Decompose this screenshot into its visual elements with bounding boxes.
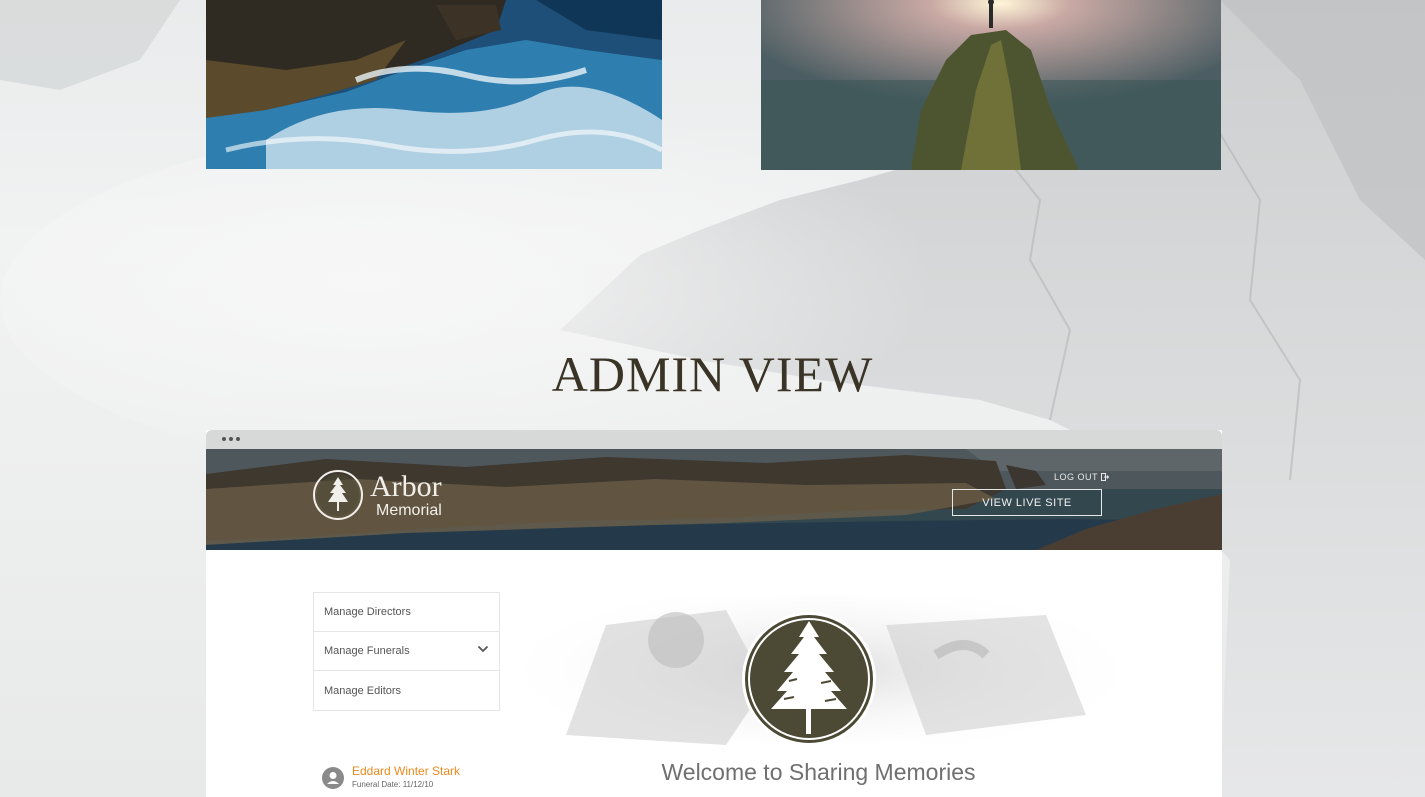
browser-window: Arbor Memorial LOG OUT VIEW LIVE SITE Ma… [206, 430, 1222, 797]
user-icon [322, 767, 344, 789]
view-live-site-button[interactable]: VIEW LIVE SITE [952, 489, 1102, 516]
cliff-sunrise-photo [761, 0, 1221, 170]
deceased-name-link[interactable]: Eddard Winter Stark [352, 764, 460, 778]
menu-item-manage-editors[interactable]: Manage Editors [314, 671, 499, 710]
ocean-waves-photo [206, 0, 662, 169]
brand-name: Arbor [370, 469, 442, 503]
menu-item-manage-directors[interactable]: Manage Directors [314, 593, 499, 632]
logout-link[interactable]: LOG OUT [1054, 472, 1110, 482]
welcome-heading: Welcome to Sharing Memories [661, 759, 976, 785]
admin-menu: Manage Directors Manage Funerals Manage … [313, 592, 500, 711]
header-banner: Arbor Memorial LOG OUT VIEW LIVE SITE [206, 449, 1222, 550]
menu-item-label: Manage Directors [324, 606, 411, 618]
brand-logo[interactable]: Arbor Memorial [312, 469, 442, 521]
menu-item-label: Manage Editors [324, 684, 402, 697]
browser-title-bar [206, 430, 1222, 449]
funeral-date: Funeral Date: 11/12/10 [352, 780, 434, 789]
section-title: ADMIN VIEW [551, 346, 874, 402]
window-dot [236, 437, 240, 441]
window-dot [222, 437, 226, 441]
logout-label: LOG OUT [1054, 472, 1099, 482]
menu-item-manage-funerals[interactable]: Manage Funerals [314, 632, 499, 671]
window-dot [229, 437, 233, 441]
menu-item-label: Manage Funerals [324, 645, 410, 657]
chevron-down-icon[interactable] [477, 645, 489, 653]
tree-icon [313, 470, 363, 520]
logout-icon [1101, 473, 1110, 481]
tree-icon [742, 612, 876, 746]
window-controls [222, 437, 240, 441]
funeral-list-item[interactable]: Eddard Winter Stark Funeral Date: 11/12/… [322, 764, 460, 789]
brand-subtitle: Memorial [376, 501, 442, 519]
